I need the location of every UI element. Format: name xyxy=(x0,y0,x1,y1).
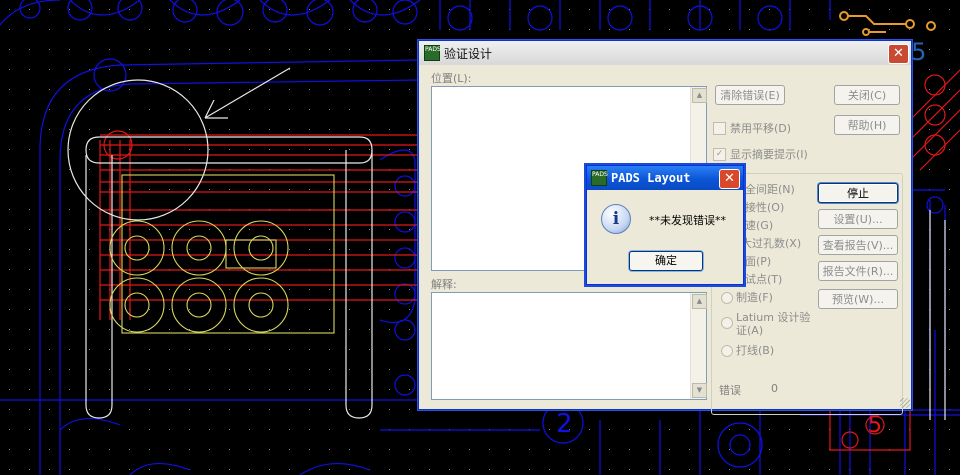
view-report-button[interactable]: 查看报告(V)... xyxy=(818,235,898,255)
disable-pan-label: 禁用平移(D) xyxy=(730,122,792,135)
help-button[interactable]: 帮助(H) xyxy=(834,115,900,135)
scroll-up-icon[interactable]: ▲ xyxy=(692,294,707,309)
scroll-down-icon[interactable]: ▼ xyxy=(692,383,707,398)
option-latium-label: Latium 设计验证(A) xyxy=(736,311,811,337)
information-icon: i xyxy=(601,204,631,234)
radio-dot[interactable] xyxy=(721,345,733,357)
board-label-5: 5 xyxy=(868,413,882,438)
preview-button[interactable]: 预览(W)... xyxy=(818,289,898,309)
option-wire-bond-label: 打线(B) xyxy=(736,344,775,357)
dialog-title: 验证设计 xyxy=(444,46,493,61)
option-wire-bond[interactable]: 打线(B) xyxy=(721,344,774,357)
option-latium[interactable]: Latium 设计验证(A) xyxy=(721,311,811,337)
message-text: **未发现错误** xyxy=(649,214,726,227)
scroll-up-icon[interactable]: ▲ xyxy=(692,88,707,103)
option-clearance[interactable]: 全间距(N) xyxy=(745,183,795,196)
checkmark-icon[interactable]: ✓ xyxy=(713,147,726,161)
dialog-close-button[interactable]: ✕ xyxy=(888,44,909,64)
report-file-button[interactable]: 报告文件(R)... xyxy=(818,261,898,281)
stop-button[interactable]: 停止 xyxy=(818,183,898,203)
disable-pan-checkbox[interactable]: 禁用平移(D) xyxy=(713,120,791,136)
option-high-speed[interactable]: 速(G) xyxy=(745,219,773,232)
message-close-button[interactable]: ✕ xyxy=(719,169,740,189)
option-connectivity[interactable]: 接性(O) xyxy=(745,201,784,214)
explanation-scrollbar[interactable]: ▲ ▼ xyxy=(690,293,707,399)
location-label: 位置(L): xyxy=(431,72,472,85)
option-max-vias[interactable]: 大过孔数(X) xyxy=(741,237,801,250)
errors-count: 0 xyxy=(771,382,778,395)
setup-button[interactable]: 设置(U)... xyxy=(818,209,898,229)
circuit-logo-icon xyxy=(839,11,936,36)
close-button[interactable]: 关闭(C) xyxy=(834,85,900,105)
checkbox-box[interactable] xyxy=(713,121,726,135)
show-summary-label: 显示摘要提示(I) xyxy=(730,148,808,161)
ok-button[interactable]: 确定 xyxy=(629,251,703,271)
explanation-box[interactable]: ▲ ▼ xyxy=(431,292,707,400)
option-fabrication[interactable]: 制造(F) xyxy=(721,291,773,304)
option-fabrication-label: 制造(F) xyxy=(736,291,773,304)
show-summary-checkbox[interactable]: ✓ 显示摘要提示(I) xyxy=(713,146,808,162)
pads-app-icon: PADS xyxy=(591,170,608,186)
board-label-2: 2 xyxy=(556,409,573,439)
message-title: PADS Layout xyxy=(611,171,691,185)
errors-label: 错误 xyxy=(719,384,741,397)
message-box: PADS PADS Layout ✕ i **未发现错误** 确定 xyxy=(586,165,744,285)
message-titlebar[interactable]: PADS PADS Layout ✕ xyxy=(587,166,743,190)
clear-errors-button[interactable]: 清除错误(E) xyxy=(715,85,785,105)
option-test-points[interactable]: 试点(T) xyxy=(745,273,782,286)
resize-grip-icon[interactable] xyxy=(900,398,910,408)
radio-dot[interactable] xyxy=(721,292,733,304)
radio-dot[interactable] xyxy=(721,317,733,329)
option-plane[interactable]: 面(P) xyxy=(745,255,771,268)
pads-app-icon: PADS xyxy=(424,45,441,61)
dialog-titlebar[interactable]: PADS 验证设计 ✕ xyxy=(419,41,911,65)
explanation-label: 解释: xyxy=(431,278,457,291)
